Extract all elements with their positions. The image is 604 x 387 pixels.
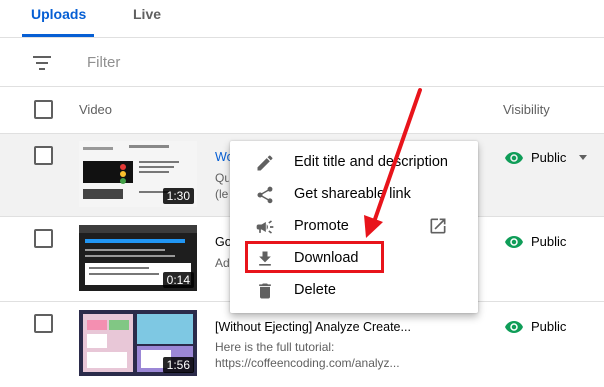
highlight-box xyxy=(245,241,384,273)
active-tab-indicator xyxy=(22,34,94,37)
video-title[interactable]: Wo xyxy=(215,150,231,164)
video-thumbnail[interactable]: 1:30 xyxy=(79,141,197,207)
video-thumbnail[interactable]: 1:56 xyxy=(79,310,197,376)
video-thumbnail[interactable]: 0:14 xyxy=(79,225,197,291)
menu-item-label: Edit title and description xyxy=(294,154,448,170)
visibility-dropdown[interactable]: Public xyxy=(505,319,566,334)
chevron-down-icon[interactable] xyxy=(579,155,587,160)
tab-uploads[interactable]: Uploads xyxy=(31,6,86,22)
video-duration: 1:56 xyxy=(162,357,194,373)
row-checkbox[interactable] xyxy=(34,229,53,248)
eye-icon xyxy=(505,320,523,333)
filter-bar: Filter xyxy=(0,38,604,87)
filter-icon[interactable] xyxy=(33,56,51,70)
video-description-line2: https://coffeencoding.com/analyz... xyxy=(215,356,400,370)
menu-item-label: Get shareable link xyxy=(294,186,411,202)
visibility-dropdown[interactable]: Public xyxy=(505,234,566,249)
column-header-visibility: Visibility xyxy=(503,102,550,117)
pencil-icon xyxy=(257,155,273,171)
tab-bar: Uploads Live xyxy=(0,0,604,38)
megaphone-icon xyxy=(256,220,274,234)
share-icon xyxy=(257,186,273,204)
video-description: Qu xyxy=(215,171,229,185)
visibility-label: Public xyxy=(531,319,567,334)
menu-item-edit[interactable]: Edit title and description xyxy=(230,147,478,179)
row-checkbox[interactable] xyxy=(34,314,53,333)
menu-item-delete[interactable]: Delete xyxy=(230,275,478,307)
visibility-label: Public xyxy=(531,234,567,249)
filter-input[interactable]: Filter xyxy=(87,54,120,71)
tab-live[interactable]: Live xyxy=(133,6,161,22)
visibility-label: Public xyxy=(531,150,567,165)
video-duration: 0:14 xyxy=(162,272,194,288)
menu-item-label: Delete xyxy=(294,282,336,298)
menu-item-label: Promote xyxy=(294,218,349,234)
visibility-dropdown[interactable]: Public xyxy=(505,150,566,165)
menu-item-promote[interactable]: Promote xyxy=(230,211,478,243)
open-external-icon xyxy=(430,218,446,234)
video-title[interactable]: Go xyxy=(215,235,231,249)
row-checkbox[interactable] xyxy=(34,146,53,165)
column-header-video: Video xyxy=(79,102,113,117)
menu-item-share[interactable]: Get shareable link xyxy=(230,179,478,211)
video-title[interactable]: [Without Ejecting] Analyze Create... xyxy=(215,320,425,334)
trash-icon xyxy=(259,283,271,299)
eye-icon xyxy=(505,151,523,164)
video-options-menu: Edit title and description Get shareable… xyxy=(230,141,478,313)
video-duration: 1:30 xyxy=(162,188,194,204)
video-description: Ad xyxy=(215,256,229,270)
eye-icon xyxy=(505,235,523,248)
video-description-line2: (le xyxy=(215,187,229,201)
table-header: Video Visibility xyxy=(0,87,604,134)
video-description: Here is the full tutorial: xyxy=(215,340,335,354)
select-all-checkbox[interactable] xyxy=(34,100,53,119)
table-row[interactable]: 1:56 [Without Ejecting] Analyze Create..… xyxy=(0,302,604,387)
